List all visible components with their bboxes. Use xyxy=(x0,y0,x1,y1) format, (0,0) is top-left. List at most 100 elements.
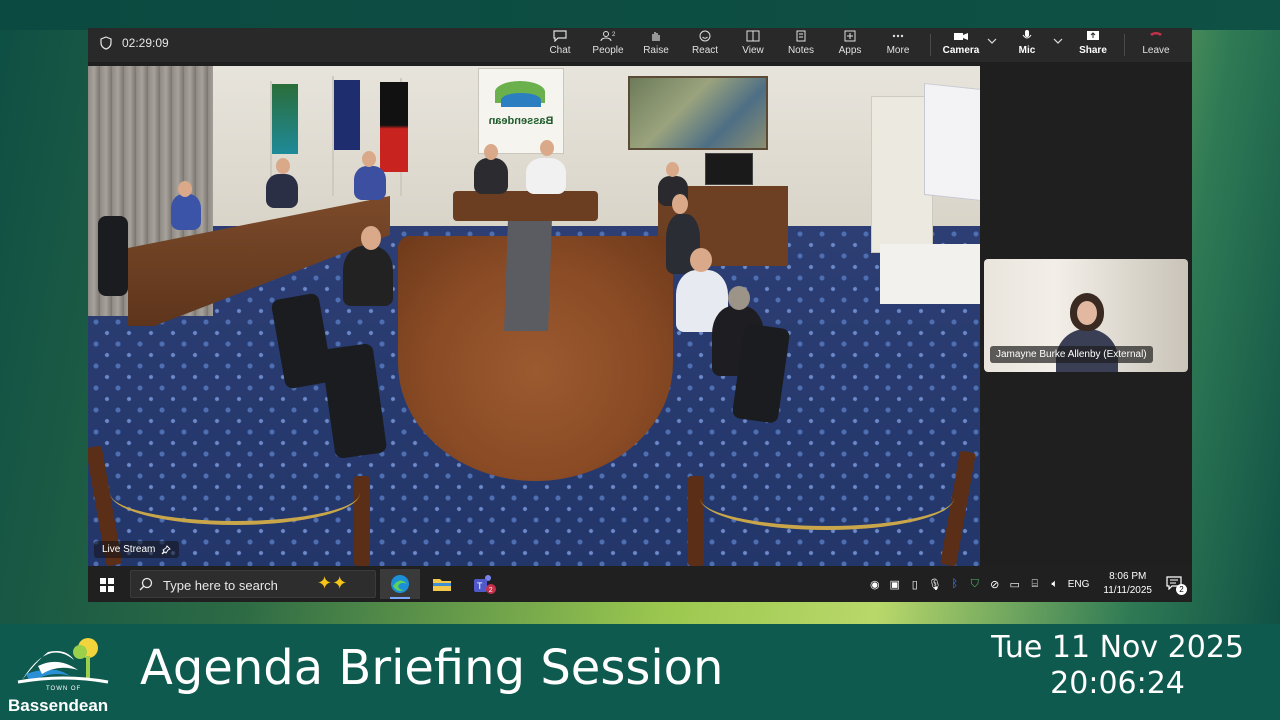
wall-poster xyxy=(924,82,980,202)
teams-tray-icon[interactable]: ◉ xyxy=(868,577,882,591)
table-screen xyxy=(504,221,552,331)
town-logo-emblem-icon xyxy=(17,638,109,684)
call-timer-group: 02:29:09 xyxy=(100,36,169,50)
mic-label: Mic xyxy=(1018,45,1036,56)
notes-button[interactable]: Notes xyxy=(775,28,827,62)
battery-icon[interactable]: ▭ xyxy=(1008,577,1022,591)
more-button[interactable]: More xyxy=(872,28,924,62)
logo-river xyxy=(501,93,541,107)
edge-browser-button[interactable] xyxy=(380,569,420,599)
person-head xyxy=(361,226,381,250)
view-label: View xyxy=(742,45,764,56)
view-button[interactable]: View xyxy=(727,28,779,62)
share-button[interactable]: Share xyxy=(1067,28,1119,62)
barrier-rope xyxy=(110,461,360,525)
town-logo: TOWN OF Bassendean xyxy=(8,630,120,716)
people-count: 2 xyxy=(612,32,616,38)
person-councillor xyxy=(171,194,201,230)
search-icon xyxy=(139,577,153,591)
hang-up-icon xyxy=(1148,30,1164,42)
language-indicator[interactable]: ENG xyxy=(1068,579,1090,590)
notification-center-button[interactable]: 2 xyxy=(1166,576,1187,595)
participant-face xyxy=(1077,301,1097,325)
broadcast-datetime: Tue 11 Nov 2025 20:06:24 xyxy=(991,630,1244,702)
camera-off-icon[interactable]: ⊘ xyxy=(988,577,1002,591)
security-shield-icon[interactable]: ⛉ xyxy=(968,577,982,591)
file-explorer-button[interactable] xyxy=(422,569,462,599)
taskbar-clock[interactable]: 8:06 PM 11/11/2025 xyxy=(1103,570,1152,598)
add-apps-icon xyxy=(842,30,858,42)
network-icon[interactable]: ⌸ xyxy=(1028,577,1042,591)
shield-icon xyxy=(100,36,112,50)
taskbar-date: 11/11/2025 xyxy=(1103,585,1152,596)
apps-button[interactable]: Apps xyxy=(824,28,876,62)
background-top xyxy=(0,0,1280,30)
side-table xyxy=(880,244,980,304)
windows-start-icon[interactable] xyxy=(100,578,114,592)
live-stream-label: Live Stream xyxy=(102,544,156,555)
person-head xyxy=(728,286,750,310)
meeting-tray-icon[interactable]: ▣ xyxy=(888,577,902,591)
volume-icon[interactable]: 🔈︎ xyxy=(1048,577,1062,591)
person-head xyxy=(666,162,679,177)
search-placeholder: Type here to search xyxy=(163,578,278,593)
camera-options-chevron-down-icon[interactable] xyxy=(986,36,998,46)
usb-icon[interactable]: ▯ xyxy=(908,577,922,591)
edge-icon xyxy=(391,575,409,593)
desk-monitor xyxy=(705,153,753,185)
person-ceo xyxy=(526,158,566,194)
taskbar-search-input[interactable]: Type here to search ✦✦ xyxy=(130,570,376,598)
chat-button[interactable]: Chat xyxy=(534,28,586,62)
person-head xyxy=(540,140,554,156)
presiding-desk xyxy=(453,191,598,221)
microphone-tray-icon[interactable]: 🎙︎ xyxy=(928,577,942,591)
aerial-photo xyxy=(628,76,768,150)
mic-button[interactable]: Mic xyxy=(1001,28,1053,62)
camera-label: Camera xyxy=(942,45,980,56)
more-label: More xyxy=(886,45,910,56)
hand-icon xyxy=(648,30,664,42)
person-head xyxy=(484,144,498,160)
camera-icon xyxy=(953,30,969,42)
broadcast-banner: TOWN OF Bassendean Agenda Briefing Sessi… xyxy=(0,624,1280,720)
person-mayor xyxy=(474,158,508,194)
ellipsis-icon xyxy=(890,30,906,42)
participant-video-tile[interactable]: Jamayne Burke Allenby (External) xyxy=(984,259,1188,372)
react-label: React xyxy=(691,45,719,56)
leave-button[interactable]: Leave xyxy=(1130,28,1182,62)
raise-label: Raise xyxy=(643,45,669,56)
call-timer: 02:29:09 xyxy=(122,36,169,50)
chat-icon xyxy=(552,30,568,42)
teams-app-button[interactable]: T2 xyxy=(464,569,504,599)
main-video-feed[interactable]: Bassendean Live Stream xyxy=(88,66,980,566)
teams-meeting-window: 02:29:09 Chat 2 People Raise React View … xyxy=(88,28,1192,602)
share-label: Share xyxy=(1079,45,1107,56)
svg-text:T: T xyxy=(477,581,483,591)
meeting-toolbar: 02:29:09 Chat 2 People Raise React View … xyxy=(88,28,1192,62)
notes-icon xyxy=(793,30,809,42)
people-button[interactable]: 2 People xyxy=(582,28,634,62)
system-tray: ◉ ▣ ▯ 🎙︎ ᛒ ⛉ ⊘ ▭ ⌸ 🔈︎ ENG 8:06 PM 11/11/… xyxy=(868,566,1187,602)
mic-options-chevron-down-icon[interactable] xyxy=(1052,36,1064,46)
chat-label: Chat xyxy=(549,45,571,56)
pin-icon[interactable] xyxy=(161,544,172,555)
raise-hand-button[interactable]: Raise xyxy=(630,28,682,62)
teams-icon: T2 xyxy=(474,575,496,594)
react-button[interactable]: React xyxy=(679,28,731,62)
camera-button[interactable]: Camera xyxy=(935,28,987,62)
active-app-indicator xyxy=(390,597,410,599)
apps-label: Apps xyxy=(838,45,862,56)
state-flag xyxy=(272,84,298,154)
aboriginal-flag xyxy=(380,82,408,172)
notification-count-badge: 2 xyxy=(1176,584,1187,595)
bluetooth-icon[interactable]: ᛒ xyxy=(948,577,962,591)
broadcast-date: Tue 11 Nov 2025 xyxy=(991,630,1244,665)
smile-icon xyxy=(697,30,713,42)
windows-taskbar: Type here to search ✦✦ T2 ◉ ▣ ▯ 🎙︎ ᛒ ⛉ ⊘… xyxy=(88,566,1192,602)
leave-label: Leave xyxy=(1142,45,1170,56)
file-explorer-icon xyxy=(433,579,451,591)
live-stream-tag[interactable]: Live Stream xyxy=(94,541,180,558)
person-councillor xyxy=(354,166,386,200)
copilot-sparkle-icon[interactable]: ✦✦ xyxy=(317,573,347,594)
session-title: Agenda Briefing Session xyxy=(140,640,724,696)
